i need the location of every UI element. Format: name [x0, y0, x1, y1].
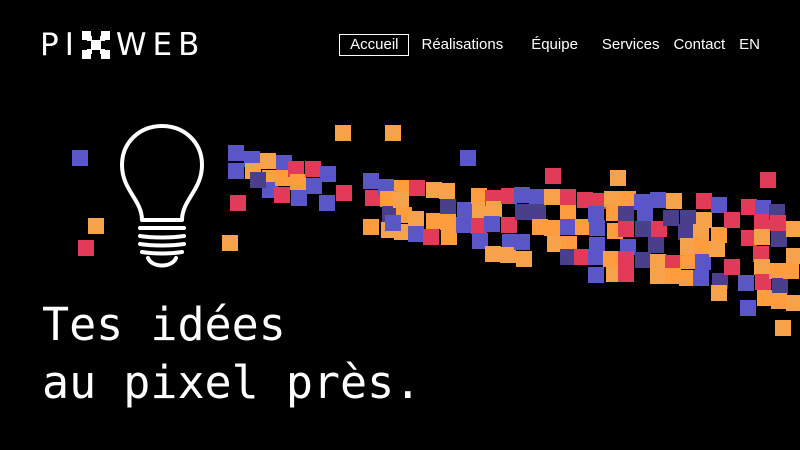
headline-line-1: Tes idées	[42, 298, 286, 351]
hero-headline: Tes idées au pixel près.	[42, 296, 642, 412]
headline-line-2: au pixel près.	[42, 356, 422, 409]
lightbulb-icon	[120, 124, 204, 268]
